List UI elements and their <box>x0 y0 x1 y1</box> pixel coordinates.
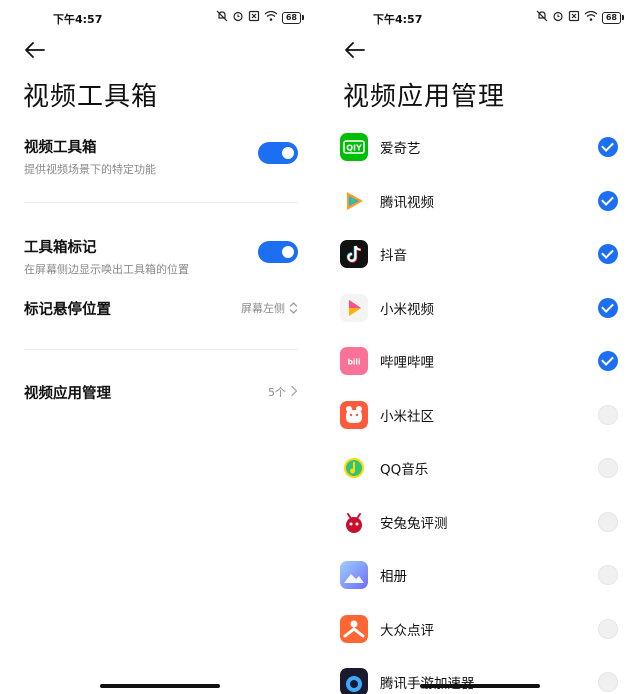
video-app-manage-screen: 下午4:57 68 视频应用管理 QIY 爱奇艺腾讯视频抖音小米视频 bili 哔哩哔… <box>320 0 640 694</box>
svg-text:QIY: QIY <box>346 144 362 153</box>
app-row[interactable]: 相册 <box>340 555 620 595</box>
up-down-arrow-icon <box>289 301 298 315</box>
app-name: QQ音乐 <box>380 462 429 478</box>
video-app-manage-value: 5个 <box>268 384 298 400</box>
unchecked-checkbox[interactable] <box>598 404 618 425</box>
status-icons: 68 <box>216 10 304 25</box>
app-row[interactable]: QIY 爱奇艺 <box>340 127 620 167</box>
checked-checkbox[interactable] <box>598 190 618 211</box>
mute-icon <box>216 10 228 25</box>
video-app-manage-label: 视频应用管理 <box>24 386 111 402</box>
marker-toggle[interactable] <box>258 241 298 263</box>
unchecked-checkbox[interactable] <box>598 618 618 639</box>
app-row[interactable]: QQ音乐 <box>340 448 620 488</box>
hover-position-value: 屏幕左侧 <box>241 300 298 316</box>
app-row[interactable]: 安兔兔评测 <box>340 502 620 542</box>
app-name: 爱奇艺 <box>380 141 421 157</box>
page-title: 视频应用管理 <box>343 82 506 112</box>
toolbox-label: 视频工具箱 <box>24 140 97 156</box>
battery-level: 68 <box>281 11 301 24</box>
app-name: 腾讯视频 <box>380 194 434 211</box>
toolbox-description: 提供视频场景下的特定功能 <box>24 163 156 176</box>
divider <box>24 202 298 203</box>
alarm-icon <box>552 10 564 25</box>
checked-checkbox[interactable] <box>598 244 618 264</box>
mute-icon <box>536 10 548 25</box>
status-bar: 下午4:57 68 <box>0 0 320 36</box>
checked-checkbox[interactable] <box>598 351 618 371</box>
app-name: 小米社区 <box>380 408 434 425</box>
back-arrow-icon[interactable] <box>344 40 368 62</box>
app-name: 相册 <box>380 569 407 585</box>
bilibili-icon: bili <box>340 347 368 375</box>
alarm-icon <box>232 10 244 25</box>
unchecked-checkbox[interactable] <box>598 565 618 585</box>
battery-icon: 68 <box>281 11 304 24</box>
video-app-manage-item[interactable]: 视频应用管理 5个 <box>24 382 298 406</box>
sim-off-icon <box>248 10 260 25</box>
toolbox-setting[interactable]: 视频工具箱 提供视频场景下的特定功能 <box>24 136 298 176</box>
app-name: 安兔兔评测 <box>380 515 448 532</box>
app-row[interactable]: 腾讯视频 <box>340 181 620 221</box>
game-accelerator-icon <box>340 668 368 694</box>
mi-community-icon <box>340 400 368 429</box>
gallery-icon <box>340 561 368 589</box>
douyin-icon <box>340 240 368 268</box>
iqiyi-icon: QIY <box>340 133 368 161</box>
battery-level: 68 <box>601 11 621 24</box>
app-row[interactable]: bili 哔哩哔哩 <box>340 341 620 381</box>
app-row[interactable]: 小米视频 <box>340 288 620 328</box>
status-bar: 下午4:57 68 <box>320 0 640 36</box>
dianping-icon <box>340 614 368 643</box>
wifi-icon <box>264 10 278 25</box>
status-time: 下午4:57 <box>53 13 103 26</box>
unchecked-checkbox[interactable] <box>598 511 618 532</box>
qq-music-icon <box>340 454 368 482</box>
unchecked-checkbox[interactable] <box>598 672 618 692</box>
checked-checkbox[interactable] <box>598 297 618 318</box>
hover-position-value-text: 屏幕左侧 <box>241 302 285 315</box>
tencent-video-icon <box>340 186 368 215</box>
chevron-right-icon <box>290 385 298 400</box>
svg-text:bili: bili <box>347 358 360 367</box>
unchecked-checkbox[interactable] <box>598 458 618 478</box>
home-indicator[interactable] <box>420 684 540 688</box>
antutu-icon <box>340 507 368 536</box>
marker-label: 工具箱标记 <box>24 240 97 256</box>
app-row[interactable]: 腾讯手游加速器 <box>340 662 620 694</box>
home-indicator[interactable] <box>100 684 220 688</box>
back-arrow-icon[interactable] <box>24 40 48 62</box>
page-title: 视频工具箱 <box>23 82 159 112</box>
app-name: 哔哩哔哩 <box>380 355 434 371</box>
battery-icon: 68 <box>601 11 624 24</box>
checked-checkbox[interactable] <box>598 137 618 157</box>
marker-description: 在屏幕侧边显示唤出工具箱的位置 <box>24 263 189 276</box>
toolbox-toggle[interactable] <box>258 142 298 164</box>
app-name: 大众点评 <box>380 622 434 639</box>
video-toolbox-screen: 下午4:57 68 视频工具箱 视频工具箱 提供视频场景下的特定功能 工具箱标记… <box>0 0 320 694</box>
sim-off-icon <box>568 10 580 25</box>
mi-video-icon <box>340 293 368 322</box>
app-row[interactable]: 小米社区 <box>340 395 620 435</box>
app-name: 腾讯手游加速器 <box>380 672 475 692</box>
app-row[interactable]: 抖音 <box>340 234 620 274</box>
video-app-count: 5个 <box>268 386 286 399</box>
marker-setting[interactable]: 工具箱标记 在屏幕侧边显示唤出工具箱的位置 <box>24 236 298 276</box>
hover-position-setting[interactable]: 标记悬停位置 屏幕左侧 <box>24 298 298 322</box>
divider <box>24 349 298 350</box>
app-name: 小米视频 <box>380 301 434 318</box>
wifi-icon <box>584 10 598 25</box>
app-row[interactable]: 大众点评 <box>340 609 620 649</box>
app-name: 抖音 <box>380 248 407 264</box>
status-time: 下午4:57 <box>373 13 423 26</box>
status-icons: 68 <box>536 10 624 25</box>
